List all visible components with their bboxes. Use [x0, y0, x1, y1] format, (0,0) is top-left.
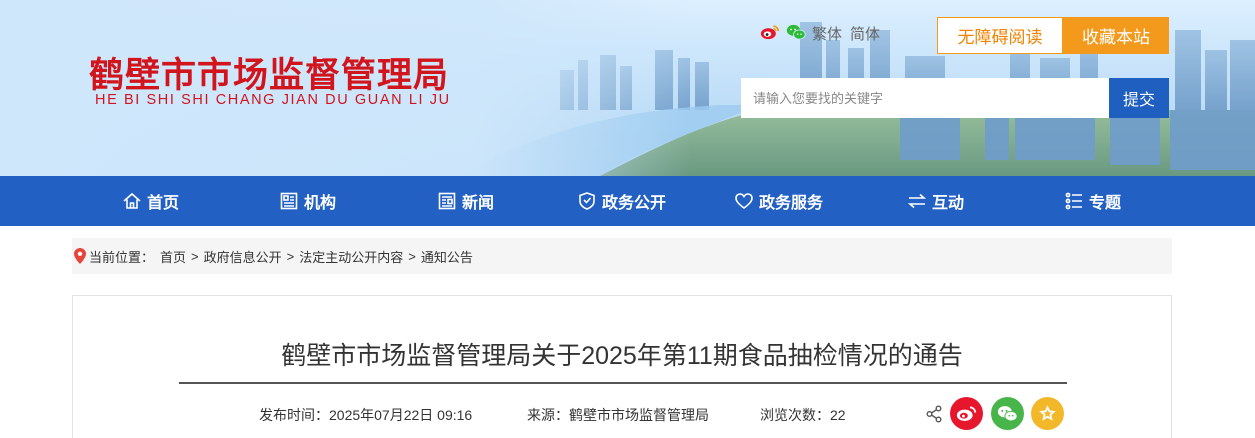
add-favorite-button[interactable]: 收藏本站: [1063, 17, 1169, 54]
traditional-chinese-link[interactable]: 繁体: [812, 26, 842, 43]
views-label: 浏览次数：: [760, 407, 830, 423]
breadcrumb-link-notices[interactable]: 通知公告: [421, 247, 473, 266]
breadcrumb-separator: >: [191, 248, 199, 264]
site-logo-pinyin: HE BI SHI SHI CHANG JIAN DU GUAN LI JU: [95, 92, 451, 108]
main-nav: 首页 机构 新闻 政务公开 政务服务 互动 专题: [0, 176, 1255, 226]
nav-item-gov-service[interactable]: 政务服务: [734, 176, 823, 226]
wechat-icon[interactable]: [786, 23, 806, 41]
share-icon[interactable]: [926, 405, 942, 423]
exchange-icon: [907, 193, 927, 209]
source-label: 来源：: [527, 407, 569, 423]
nav-item-label: 专题: [1089, 195, 1122, 212]
article-title: 鹤壁市市场监督管理局关于2025年第11期食品抽检情况的通告: [281, 342, 963, 370]
search-input[interactable]: [741, 78, 1109, 118]
language-switch: 繁体 简体: [812, 23, 888, 44]
news-icon: [438, 192, 456, 210]
nav-item-interaction[interactable]: 互动: [907, 176, 964, 226]
nav-item-news[interactable]: 新闻: [437, 176, 494, 226]
location-pin-icon: [74, 248, 86, 264]
wechat-icon: [997, 406, 1018, 422]
weibo-icon: [956, 406, 977, 421]
list-icon: [1065, 192, 1082, 210]
breadcrumb-separator: >: [408, 248, 416, 264]
org-icon: [280, 192, 298, 210]
title-divider: [179, 382, 1067, 384]
publish-time: 发布时间：2025年07月22日 09:16: [259, 405, 472, 425]
share-wechat-button[interactable]: [991, 397, 1024, 430]
views-value: 22: [830, 407, 846, 423]
view-count: 浏览次数：22: [760, 405, 846, 425]
breadcrumb-prefix: 当前位置：: [89, 249, 155, 265]
breadcrumb-link-statutory[interactable]: 法定主动公开内容: [299, 247, 403, 266]
weibo-icon[interactable]: [760, 23, 780, 41]
breadcrumb-link-home[interactable]: 首页: [160, 247, 186, 266]
home-icon: [123, 192, 141, 209]
nav-item-label: 首页: [147, 195, 180, 212]
search-submit-button[interactable]: 提交: [1109, 78, 1169, 118]
nav-item-topics[interactable]: 专题: [1064, 176, 1121, 226]
publish-value: 2025年07月22日 09:16: [329, 407, 473, 423]
article-source: 来源：鹤壁市市场监督管理局: [527, 405, 709, 425]
site-header: 鹤壁市市场监督管理局 HE BI SHI SHI CHANG JIAN DU G…: [0, 0, 1255, 176]
nav-item-label: 互动: [932, 195, 965, 212]
nav-item-org[interactable]: 机构: [279, 176, 336, 226]
share-weibo-button[interactable]: [950, 397, 983, 430]
heart-icon: [735, 193, 753, 210]
nav-item-home[interactable]: 首页: [122, 176, 179, 226]
nav-item-gov-open[interactable]: 政务公开: [577, 176, 666, 226]
breadcrumb-link-gov-info[interactable]: 政府信息公开: [204, 247, 282, 266]
publish-label: 发布时间：: [259, 407, 329, 423]
header-social-icons: [760, 23, 806, 41]
accessibility-button[interactable]: 无障碍阅读: [937, 17, 1063, 54]
nav-item-label: 机构: [304, 195, 337, 212]
nav-item-label: 政务服务: [759, 195, 824, 212]
breadcrumb: 当前位置： 首页 > 政府信息公开 > 法定主动公开内容 > 通知公告: [72, 238, 1172, 274]
share-favorite-button[interactable]: [1031, 397, 1064, 430]
source-value: 鹤壁市市场监督管理局: [569, 407, 709, 423]
nav-item-label: 政务公开: [602, 195, 667, 212]
shield-icon: [579, 192, 595, 210]
breadcrumb-separator: >: [286, 248, 295, 264]
simplified-chinese-link[interactable]: 简体: [850, 26, 880, 43]
favorite-star-icon: [1039, 405, 1056, 421]
nav-item-label: 新闻: [462, 195, 495, 212]
article-panel: 鹤壁市市场监督管理局关于2025年第11期食品抽检情况的通告 发布时间：2025…: [72, 295, 1172, 438]
site-logo-title[interactable]: 鹤壁市市场监督管理局: [89, 47, 449, 98]
